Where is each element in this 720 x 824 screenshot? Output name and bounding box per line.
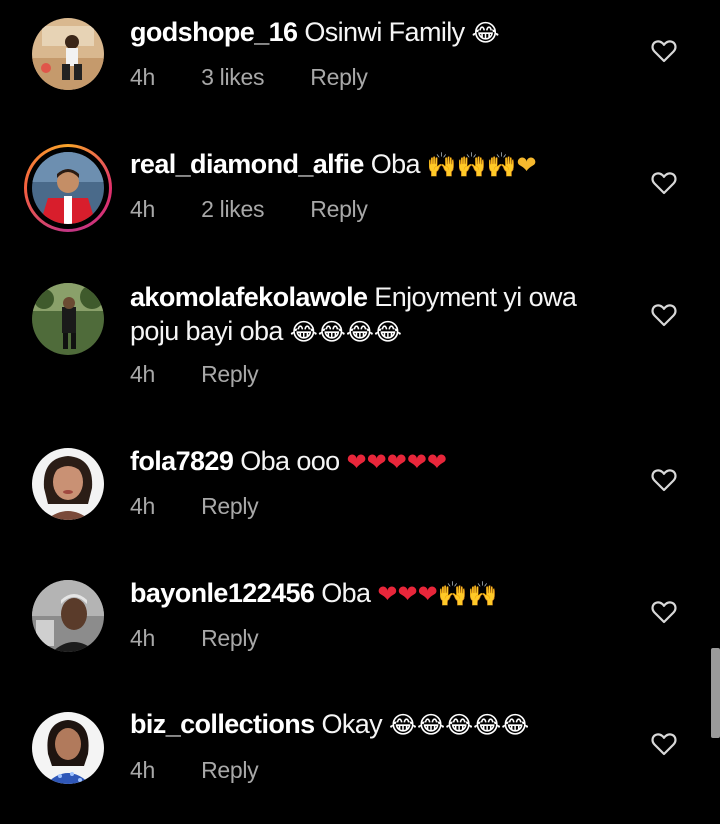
comment-text: bayonle122456 Oba ❤❤❤🙌🙌 bbox=[130, 576, 630, 611]
comment-text: real_diamond_alfie Oba 🙌🙌🙌❤ bbox=[130, 147, 630, 182]
avatar[interactable] bbox=[32, 712, 104, 784]
comment-meta: 4h Reply bbox=[130, 757, 259, 784]
heart-outline-icon[interactable] bbox=[651, 171, 677, 195]
avatar-image bbox=[32, 283, 104, 355]
avatar-image bbox=[32, 580, 104, 652]
comment-meta: 4h Reply bbox=[130, 493, 259, 520]
comment-text: biz_collections Okay 😂😂😂😂😂 bbox=[130, 707, 630, 742]
heart-outline-icon[interactable] bbox=[651, 39, 677, 63]
comment-username[interactable]: akomolafekolawole bbox=[130, 282, 368, 312]
avatar[interactable] bbox=[32, 18, 104, 90]
comment-username[interactable]: real_diamond_alfie bbox=[130, 149, 364, 179]
avatar-image bbox=[32, 152, 104, 224]
comment-time: 4h bbox=[130, 493, 155, 519]
avatar-image bbox=[32, 18, 104, 90]
comment-time: 4h bbox=[130, 361, 155, 387]
comment-text: fola7829 Oba ooo ❤❤❤❤❤ bbox=[130, 444, 630, 479]
avatar-image bbox=[32, 712, 104, 784]
heart-outline-icon[interactable] bbox=[651, 303, 677, 327]
reply-button[interactable]: Reply bbox=[201, 493, 259, 520]
reply-button[interactable]: Reply bbox=[201, 757, 259, 784]
comment-time: 4h bbox=[130, 757, 155, 783]
comment-meta: 4h Reply bbox=[130, 361, 259, 388]
comment-emoji: ❤❤❤🙌🙌 bbox=[377, 580, 498, 608]
comment-meta: 4h 3 likes Reply bbox=[130, 64, 368, 91]
avatar[interactable] bbox=[32, 448, 104, 520]
comment-text: akomolafekolawole Enjoyment yi owa poju … bbox=[130, 280, 630, 349]
comment-time: 4h bbox=[130, 625, 155, 651]
comment-meta: 4h 2 likes Reply bbox=[130, 196, 368, 223]
avatar[interactable] bbox=[24, 144, 112, 232]
reply-button[interactable]: Reply bbox=[201, 625, 259, 652]
comment-emoji: ❤❤❤❤❤ bbox=[346, 448, 448, 476]
heart-outline-icon[interactable] bbox=[651, 468, 677, 492]
reply-button[interactable]: Reply bbox=[310, 196, 368, 223]
comment-username[interactable]: godshope_16 bbox=[130, 17, 298, 47]
comment-emoji: 🙌🙌🙌❤ bbox=[426, 151, 537, 179]
heart-outline-icon[interactable] bbox=[651, 732, 677, 756]
comment-username[interactable]: fola7829 bbox=[130, 446, 234, 476]
comment-body: Oba bbox=[321, 578, 371, 608]
comment-body: Osinwi Family bbox=[304, 17, 465, 47]
avatar[interactable] bbox=[32, 580, 104, 652]
comment-body: Oba ooo bbox=[240, 446, 340, 476]
reply-button[interactable]: Reply bbox=[310, 64, 368, 91]
comment-text: godshope_16 Osinwi Family 😂 bbox=[130, 15, 630, 50]
comment-emoji: 😂 bbox=[471, 19, 500, 47]
comment-username[interactable]: biz_collections bbox=[130, 709, 315, 739]
reply-button[interactable]: Reply bbox=[201, 361, 259, 388]
comment-username[interactable]: bayonle122456 bbox=[130, 578, 315, 608]
comment-emoji: 😂😂😂😂 bbox=[289, 318, 402, 346]
comment-time: 4h bbox=[130, 196, 155, 222]
comment-likes[interactable]: 3 likes bbox=[201, 64, 264, 91]
avatar-image bbox=[32, 448, 104, 520]
heart-outline-icon[interactable] bbox=[651, 600, 677, 624]
comment-time: 4h bbox=[130, 64, 155, 90]
avatar[interactable] bbox=[32, 283, 104, 355]
comment-emoji: 😂😂😂😂😂 bbox=[389, 711, 530, 739]
comment-likes[interactable]: 2 likes bbox=[201, 196, 264, 223]
story-ring bbox=[24, 144, 112, 232]
scrollbar-thumb[interactable] bbox=[711, 648, 720, 738]
comment-body: Oba bbox=[370, 149, 421, 179]
comment-meta: 4h Reply bbox=[130, 625, 259, 652]
comment-body: Okay bbox=[321, 709, 383, 739]
